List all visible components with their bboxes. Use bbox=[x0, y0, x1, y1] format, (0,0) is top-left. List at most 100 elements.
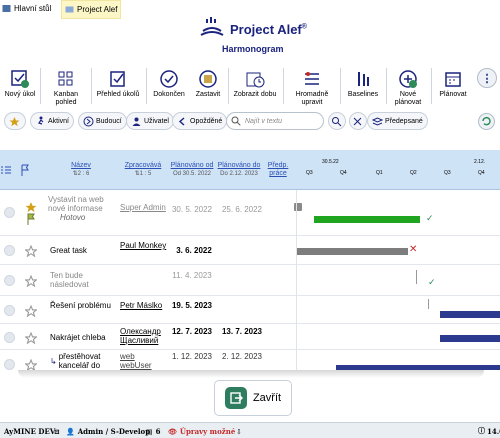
task-planned-from: 19. 5. 2023 bbox=[171, 301, 213, 310]
future-filter-button[interactable]: Budoucí bbox=[78, 112, 127, 130]
gantt-bar[interactable] bbox=[440, 311, 500, 318]
toolbar: Nový úkol Kanban pohled Přehled úkolů Do… bbox=[0, 64, 500, 108]
task-name[interactable]: Great task bbox=[50, 246, 114, 255]
forward-icon bbox=[83, 116, 94, 127]
user-filter-button[interactable]: Uživatel bbox=[126, 112, 174, 130]
tab-project-alef[interactable]: Project Alef bbox=[61, 0, 121, 19]
row-select-circle[interactable] bbox=[4, 275, 15, 286]
project-logo-icon bbox=[197, 15, 227, 41]
prescribed-filter-button[interactable]: Předepsané bbox=[367, 112, 428, 130]
table-row[interactable]: Vystavit na web nové informase Hotovo Su… bbox=[0, 191, 500, 236]
table-row[interactable]: Nakrájet chleba Олександр Щасливий 12. 7… bbox=[0, 325, 500, 350]
table-row[interactable]: Ten bude následovat 11. 4. 2023 ✓ bbox=[0, 266, 500, 296]
active-filter-button[interactable]: Aktivní bbox=[30, 112, 75, 130]
timeline-label: Q4 bbox=[340, 170, 347, 176]
task-planned-from: 3. 6. 2022 bbox=[176, 246, 212, 255]
home-icon bbox=[2, 4, 11, 13]
plan-button[interactable]: Plánovat bbox=[433, 64, 473, 108]
row-select-circle[interactable] bbox=[4, 207, 15, 218]
header-name[interactable]: Název ⇅2 : 6 bbox=[48, 150, 114, 190]
gantt-bar[interactable] bbox=[440, 335, 500, 342]
timeline-label: 30.5.22 bbox=[322, 159, 339, 165]
favorite-star-icon[interactable] bbox=[25, 332, 37, 344]
task-responsible[interactable]: Petr Máslko bbox=[120, 301, 168, 310]
header-planned-from[interactable]: Plánováno od Od 30.5. 2022 bbox=[170, 150, 214, 190]
task-planned-to: 2. 12. 2023 bbox=[221, 352, 263, 361]
db-icon: ⊡ bbox=[54, 426, 60, 436]
bulk-edit-button[interactable]: Hromadně upravit bbox=[286, 64, 338, 108]
overdue-filter-button[interactable]: Opožděné bbox=[172, 112, 228, 130]
header-responsible[interactable]: Zpracovává ⇅1 : 5 bbox=[116, 150, 170, 190]
gantt-bar[interactable] bbox=[296, 248, 408, 255]
cancel-x-icon: ✕ bbox=[409, 244, 418, 255]
user-icon: 👤 bbox=[66, 426, 75, 436]
task-name[interactable]: Nakrájet chleba bbox=[50, 333, 116, 342]
task-planned-from: 12. 7. 2023 bbox=[171, 327, 213, 336]
select-all-header[interactable] bbox=[0, 150, 20, 190]
flag-icon bbox=[21, 164, 29, 176]
back-icon bbox=[177, 116, 188, 127]
table-row[interactable]: Řešení problému Petr Máslko 19. 5. 2023 bbox=[0, 297, 500, 324]
star-icon bbox=[9, 116, 20, 127]
panel-shadow bbox=[18, 370, 484, 378]
favorite-star-icon[interactable] bbox=[25, 359, 37, 370]
search-input[interactable]: Najít v textu bbox=[226, 112, 324, 130]
task-planned-from: 11. 4. 2023 bbox=[172, 271, 212, 280]
zoom-icon bbox=[331, 116, 342, 127]
task-count[interactable]: ▤ 6 bbox=[146, 423, 161, 438]
favorite-filter-button[interactable] bbox=[4, 112, 26, 130]
timeline-label: Q1 bbox=[376, 170, 383, 176]
task-responsible[interactable]: Super Admin bbox=[120, 203, 168, 212]
layers-icon bbox=[371, 116, 384, 127]
row-flags[interactable] bbox=[25, 201, 37, 225]
refresh-button[interactable] bbox=[478, 113, 495, 130]
user-info[interactable]: 👤 Admin / S-Develop bbox=[66, 423, 150, 438]
baselines-button[interactable]: Baselines bbox=[343, 64, 383, 108]
clear-filter-button[interactable] bbox=[349, 112, 367, 130]
stop-button[interactable]: Zastavit bbox=[190, 64, 226, 108]
new-task-button[interactable]: Nový úkol bbox=[2, 64, 38, 108]
favorite-star-icon[interactable] bbox=[25, 245, 37, 257]
timeline-label: Q4 bbox=[478, 170, 485, 176]
close-button[interactable]: Zavřít bbox=[214, 380, 292, 416]
list-check-icon bbox=[1, 166, 11, 174]
table-row[interactable]: Great task Paul Monkey 3. 6. 2022 ✕ bbox=[0, 237, 500, 265]
app-name: AyMINE DEV bbox=[4, 426, 56, 436]
task-planned-to: 25. 6. 2022 bbox=[221, 205, 263, 214]
task-responsible[interactable]: Олександр Щасливий bbox=[120, 327, 170, 345]
table-row[interactable]: ↳ přestěhovat kancelář do web webUser 1. … bbox=[0, 351, 500, 370]
row-select-circle[interactable] bbox=[4, 245, 15, 256]
row-select-circle[interactable] bbox=[4, 332, 15, 343]
search-button[interactable] bbox=[328, 112, 346, 130]
header-expected-work[interactable]: Předp. práce bbox=[262, 150, 294, 190]
show-time-button[interactable]: Zobrazit dobu bbox=[230, 64, 280, 108]
header-planned-to[interactable]: Plánováno do Do 2.12. 2023 bbox=[214, 150, 264, 190]
search-placeholder: Najít v textu bbox=[245, 117, 282, 125]
timeline-label: 2.12. bbox=[474, 159, 486, 165]
edit-mode[interactable]: 👁 Úpravy možné bbox=[168, 423, 235, 438]
tab-main-desk[interactable]: Hlavní stůl bbox=[0, 0, 56, 16]
gantt-marker bbox=[416, 270, 417, 284]
task-overview-button[interactable]: Přehled úkolů bbox=[93, 64, 143, 108]
row-select-circle[interactable] bbox=[4, 359, 15, 370]
task-status-note: Hotovo bbox=[60, 213, 86, 222]
timeline-label: Q3 bbox=[306, 170, 313, 176]
task-name[interactable]: Vystavit na web nové informase Hotovo bbox=[48, 195, 114, 222]
version-info: ⓘ14.0 bbox=[478, 426, 500, 436]
task-name[interactable]: ↳ přestěhovat kancelář do bbox=[50, 352, 116, 370]
tab-bar: Hlavní stůl Project Alef bbox=[0, 0, 500, 19]
more-options-button[interactable]: ⋮ bbox=[477, 68, 497, 88]
filter-icon[interactable]: ⇩ bbox=[236, 423, 242, 438]
task-responsible[interactable]: Paul Monkey bbox=[120, 241, 168, 250]
favorite-star-icon[interactable] bbox=[25, 275, 37, 287]
task-name[interactable]: Ten bude následovat bbox=[50, 271, 114, 289]
favorite-star-icon[interactable] bbox=[25, 305, 37, 317]
task-name[interactable]: Řešení problému bbox=[50, 301, 114, 310]
row-select-circle[interactable] bbox=[4, 305, 15, 316]
gantt-bar[interactable] bbox=[314, 216, 420, 223]
completed-button[interactable]: Dokončen bbox=[148, 64, 190, 108]
task-responsible[interactable]: web webUser bbox=[120, 352, 168, 370]
flag-header[interactable] bbox=[20, 150, 44, 190]
new-plan-button[interactable]: Nové plánovat bbox=[388, 64, 428, 108]
kanban-view-button[interactable]: Kanban pohled bbox=[44, 64, 88, 108]
